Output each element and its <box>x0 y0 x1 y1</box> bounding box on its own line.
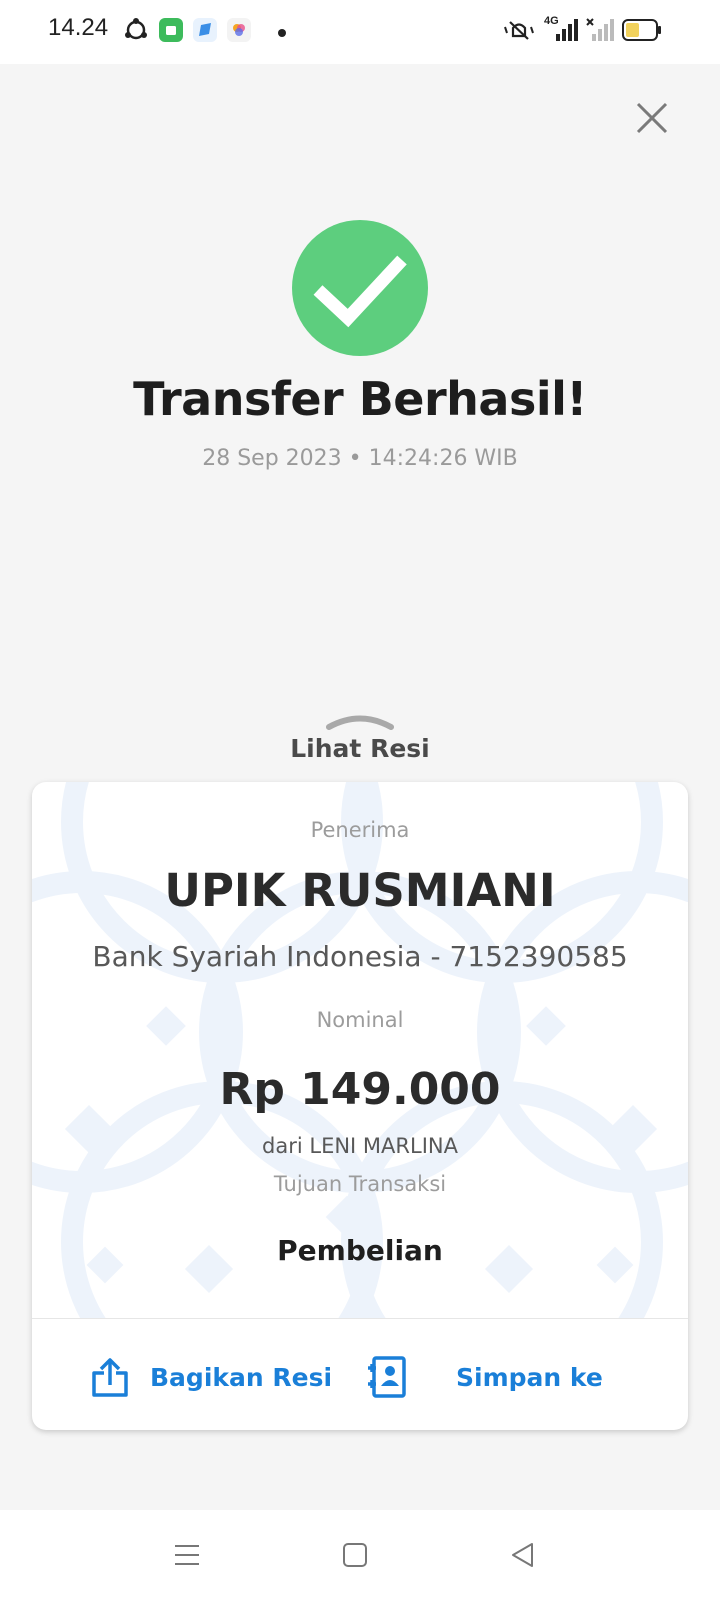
menu-button[interactable] <box>172 1540 202 1570</box>
share-receipt-label: Bagikan Resi <box>150 1362 333 1392</box>
share-receipt-button[interactable]: Bagikan Resi <box>90 1354 332 1400</box>
chevron-up-icon[interactable] <box>326 712 394 730</box>
home-icon <box>343 1543 367 1567</box>
save-to-button[interactable]: Simpan ke <box>366 1354 603 1400</box>
success-badge <box>292 220 428 356</box>
network-type-label: 4G <box>544 15 559 27</box>
view-receipt-label[interactable]: Lihat Resi <box>0 734 720 763</box>
success-title: Transfer Berhasil! <box>133 372 587 426</box>
receipt-card: Penerima UPIK RUSMIANI Bank Syariah Indo… <box>32 782 688 1430</box>
menu-icon <box>175 1545 199 1565</box>
signal-4g-icon: 4G <box>542 15 578 47</box>
photos-icon <box>227 18 251 46</box>
close-icon <box>636 102 668 134</box>
notification-dot-icon <box>277 23 287 42</box>
divider <box>32 1318 688 1319</box>
recipient-label: Penerima <box>310 818 410 842</box>
purpose-label: Tujuan Transaksi <box>273 1172 447 1196</box>
amount-label: Nominal <box>316 1008 404 1032</box>
signal-no-sim-icon <box>586 17 614 47</box>
navigation-bar <box>0 1510 720 1600</box>
transfer-amount: Rp 149.000 <box>219 1064 501 1115</box>
transaction-timestamp: 28 Sep 2023 • 14:24:26 WIB <box>202 446 518 471</box>
save-to-label: Simpan ke <box>456 1362 603 1392</box>
check-icon <box>313 255 407 328</box>
app-store-icon <box>159 18 183 46</box>
status-left-icons <box>123 17 287 47</box>
bubble-app-icon <box>193 18 217 46</box>
status-right-icons: 4G <box>504 15 662 47</box>
mute-icon <box>504 17 534 47</box>
status-time: 14.24 <box>48 14 109 41</box>
sync-icon <box>123 17 149 47</box>
recipient-name: UPIK RUSMIANI <box>164 864 556 917</box>
transaction-purpose: Pembelian <box>277 1234 443 1267</box>
sender-name: dari LENI MARLINA <box>262 1134 458 1158</box>
status-bar: 14.24 4G <box>0 0 720 64</box>
battery-icon <box>622 19 662 45</box>
back-button[interactable] <box>508 1540 538 1570</box>
save-contact-icon <box>368 1356 406 1398</box>
close-button[interactable] <box>636 102 668 134</box>
home-button[interactable] <box>340 1540 370 1570</box>
share-icon <box>92 1358 128 1397</box>
back-icon <box>512 1543 533 1567</box>
recipient-bank-account: Bank Syariah Indonesia - 7152390585 <box>92 940 628 973</box>
